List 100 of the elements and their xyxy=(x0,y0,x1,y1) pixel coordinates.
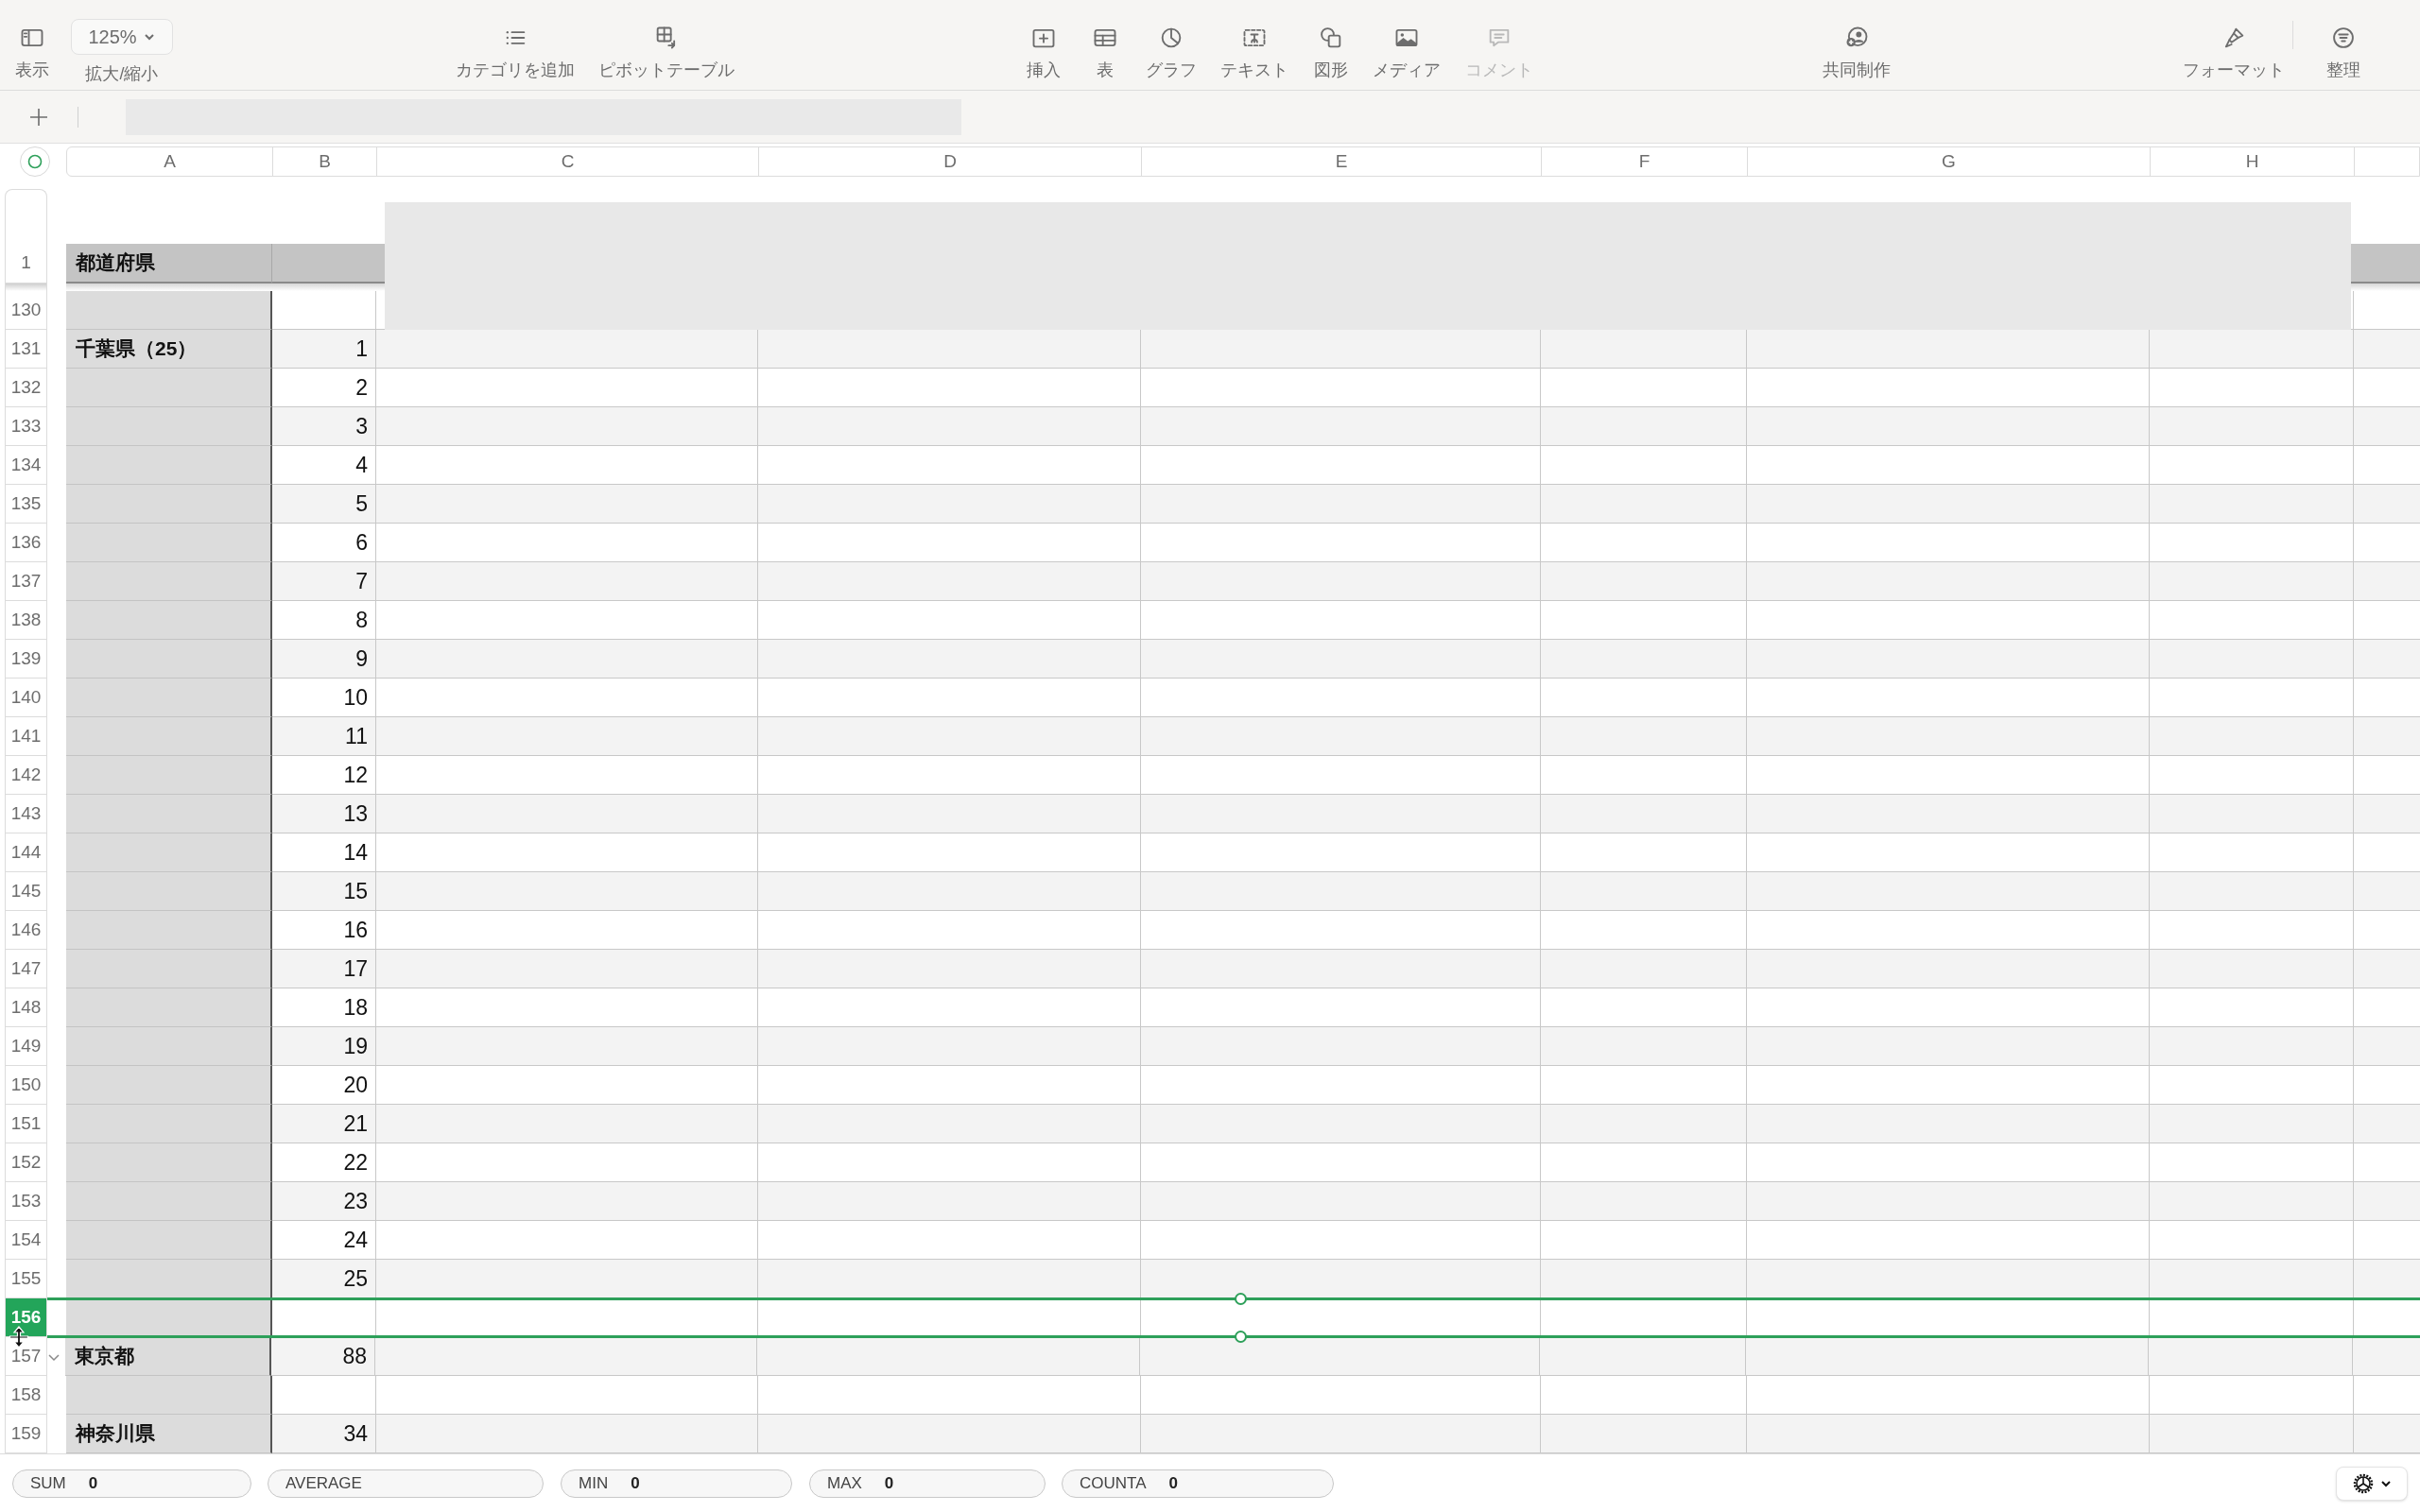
column-header[interactable]: D xyxy=(759,147,1142,176)
table-cell: 22 xyxy=(272,1143,376,1182)
toolbar-button[interactable]: カテゴリを追加 xyxy=(449,0,581,78)
row-header[interactable]: 139 xyxy=(5,640,47,679)
row-header[interactable]: 1 xyxy=(5,244,47,284)
table-cell: 34 xyxy=(272,1415,376,1453)
table-cell xyxy=(2354,1027,2420,1066)
toolbar-button[interactable]: グラフ xyxy=(1143,0,1200,78)
toolbar-button[interactable]: 125% 拡大/縮小 xyxy=(71,0,173,82)
toolbar-button[interactable]: ピボットテーブル xyxy=(596,0,737,78)
row-header[interactable]: 131 xyxy=(5,330,47,369)
row-header[interactable]: 137 xyxy=(5,562,47,601)
table-cell: 3 xyxy=(272,407,376,446)
table-cell: 15 xyxy=(272,872,376,911)
row-header[interactable]: 134 xyxy=(5,446,47,485)
select-all-button[interactable] xyxy=(20,146,50,177)
summary-pill[interactable]: MAX 0 xyxy=(809,1469,1046,1498)
row-header[interactable]: 130 xyxy=(5,291,47,330)
table-cell: 10 xyxy=(272,679,376,717)
row-header[interactable]: 138 xyxy=(5,601,47,640)
table-cell xyxy=(2354,407,2420,446)
freeze-shadow xyxy=(5,284,47,291)
table-cell xyxy=(2353,1337,2420,1376)
table-cell: 11 xyxy=(272,717,376,756)
table-cell: 24 xyxy=(272,1221,376,1260)
table-cell xyxy=(2354,330,2420,369)
table-cell: 都道府県 xyxy=(66,244,272,284)
toolbar-button[interactable]: 共同制作 xyxy=(1814,0,1899,78)
table-cell xyxy=(2354,1182,2420,1221)
table-cell xyxy=(2354,717,2420,756)
row-header[interactable]: 132 xyxy=(5,369,47,407)
zoom-dropdown[interactable]: 125% xyxy=(71,19,173,55)
summary-pill[interactable]: SUM 0 xyxy=(12,1469,251,1498)
row-header[interactable]: 136 xyxy=(5,524,47,562)
table-cell xyxy=(2354,1105,2420,1143)
column-header[interactable]: F xyxy=(1542,147,1748,176)
row-header[interactable]: 143 xyxy=(5,795,47,833)
row-header[interactable]: 146 xyxy=(5,911,47,950)
resize-cursor-icon xyxy=(8,1325,30,1349)
toolbar-button[interactable]: フォーマット xyxy=(2182,0,2286,78)
table-cell: 17 xyxy=(272,950,376,988)
table-cell xyxy=(2354,562,2420,601)
column-header[interactable]: G xyxy=(1748,147,2151,176)
table-cell: 18 xyxy=(272,988,376,1027)
row-header[interactable]: 155 xyxy=(5,1260,47,1298)
table-cell: 13 xyxy=(272,795,376,833)
plus-icon xyxy=(28,106,49,128)
table-cell xyxy=(2354,950,2420,988)
row-header[interactable]: 152 xyxy=(5,1143,47,1182)
row-header[interactable]: 145 xyxy=(5,872,47,911)
row-header[interactable]: 159 xyxy=(5,1415,47,1453)
column-header[interactable]: A xyxy=(67,147,273,176)
table-cell: 12 xyxy=(272,756,376,795)
table-cell: 88 xyxy=(271,1337,375,1376)
table-cell: 19 xyxy=(272,1027,376,1066)
row-header[interactable]: 153 xyxy=(5,1182,47,1221)
organize-icon xyxy=(2330,25,2357,51)
row-header[interactable]: 151 xyxy=(5,1105,47,1143)
table-cell: 9 xyxy=(272,640,376,679)
table-cell: 7 xyxy=(272,562,376,601)
table-cell: 5 xyxy=(272,485,376,524)
toolbar-button[interactable]: 整理 xyxy=(2320,0,2367,78)
circle-icon xyxy=(27,154,43,169)
table-cell: 25 xyxy=(272,1260,376,1298)
row-header[interactable]: 144 xyxy=(5,833,47,872)
summary-pill[interactable]: COUNTA 0 xyxy=(1062,1469,1334,1498)
table-cell: 20 xyxy=(272,1066,376,1105)
table-cell xyxy=(2354,795,2420,833)
summary-pill[interactable]: MIN 0 xyxy=(561,1469,792,1498)
row-header[interactable]: 140 xyxy=(5,679,47,717)
row-header[interactable]: 154 xyxy=(5,1221,47,1260)
row-header[interactable]: 141 xyxy=(5,717,47,756)
table-cell: 8 xyxy=(272,601,376,640)
row-header[interactable]: 148 xyxy=(5,988,47,1027)
row-header[interactable]: 149 xyxy=(5,1027,47,1066)
toolbar-button[interactable]: 表 xyxy=(1081,0,1129,78)
table-cell: 23 xyxy=(272,1182,376,1221)
column-header[interactable]: E xyxy=(1142,147,1542,176)
column-header[interactable]: C xyxy=(377,147,759,176)
toolbar-button[interactable]: 挿入 xyxy=(1020,0,1067,78)
row-header[interactable]: 150 xyxy=(5,1066,47,1105)
settings-button[interactable] xyxy=(2336,1466,2408,1501)
table-cell xyxy=(2354,640,2420,679)
row-header[interactable]: 142 xyxy=(5,756,47,795)
table-cell: 東京都 xyxy=(65,1337,271,1376)
row-header xyxy=(5,189,47,244)
row-header[interactable]: 158 xyxy=(5,1376,47,1415)
row-header[interactable]: 157 xyxy=(5,1337,47,1376)
toolbar-button[interactable]: 図形 xyxy=(1307,0,1355,78)
summary-pill[interactable]: AVERAGE xyxy=(268,1469,544,1498)
row-header[interactable]: 135 xyxy=(5,485,47,524)
row-header[interactable]: 133 xyxy=(5,407,47,446)
toolbar-button[interactable]: 表示 xyxy=(13,0,51,78)
row-header[interactable]: 147 xyxy=(5,950,47,988)
column-header[interactable]: B xyxy=(273,147,377,176)
toolbar-button[interactable]: テキスト xyxy=(1217,0,1292,78)
toolbar-button[interactable]: メディア xyxy=(1369,0,1444,78)
column-header[interactable]: H xyxy=(2151,147,2355,176)
table-cell: 21 xyxy=(272,1105,376,1143)
table-cell xyxy=(2354,872,2420,911)
